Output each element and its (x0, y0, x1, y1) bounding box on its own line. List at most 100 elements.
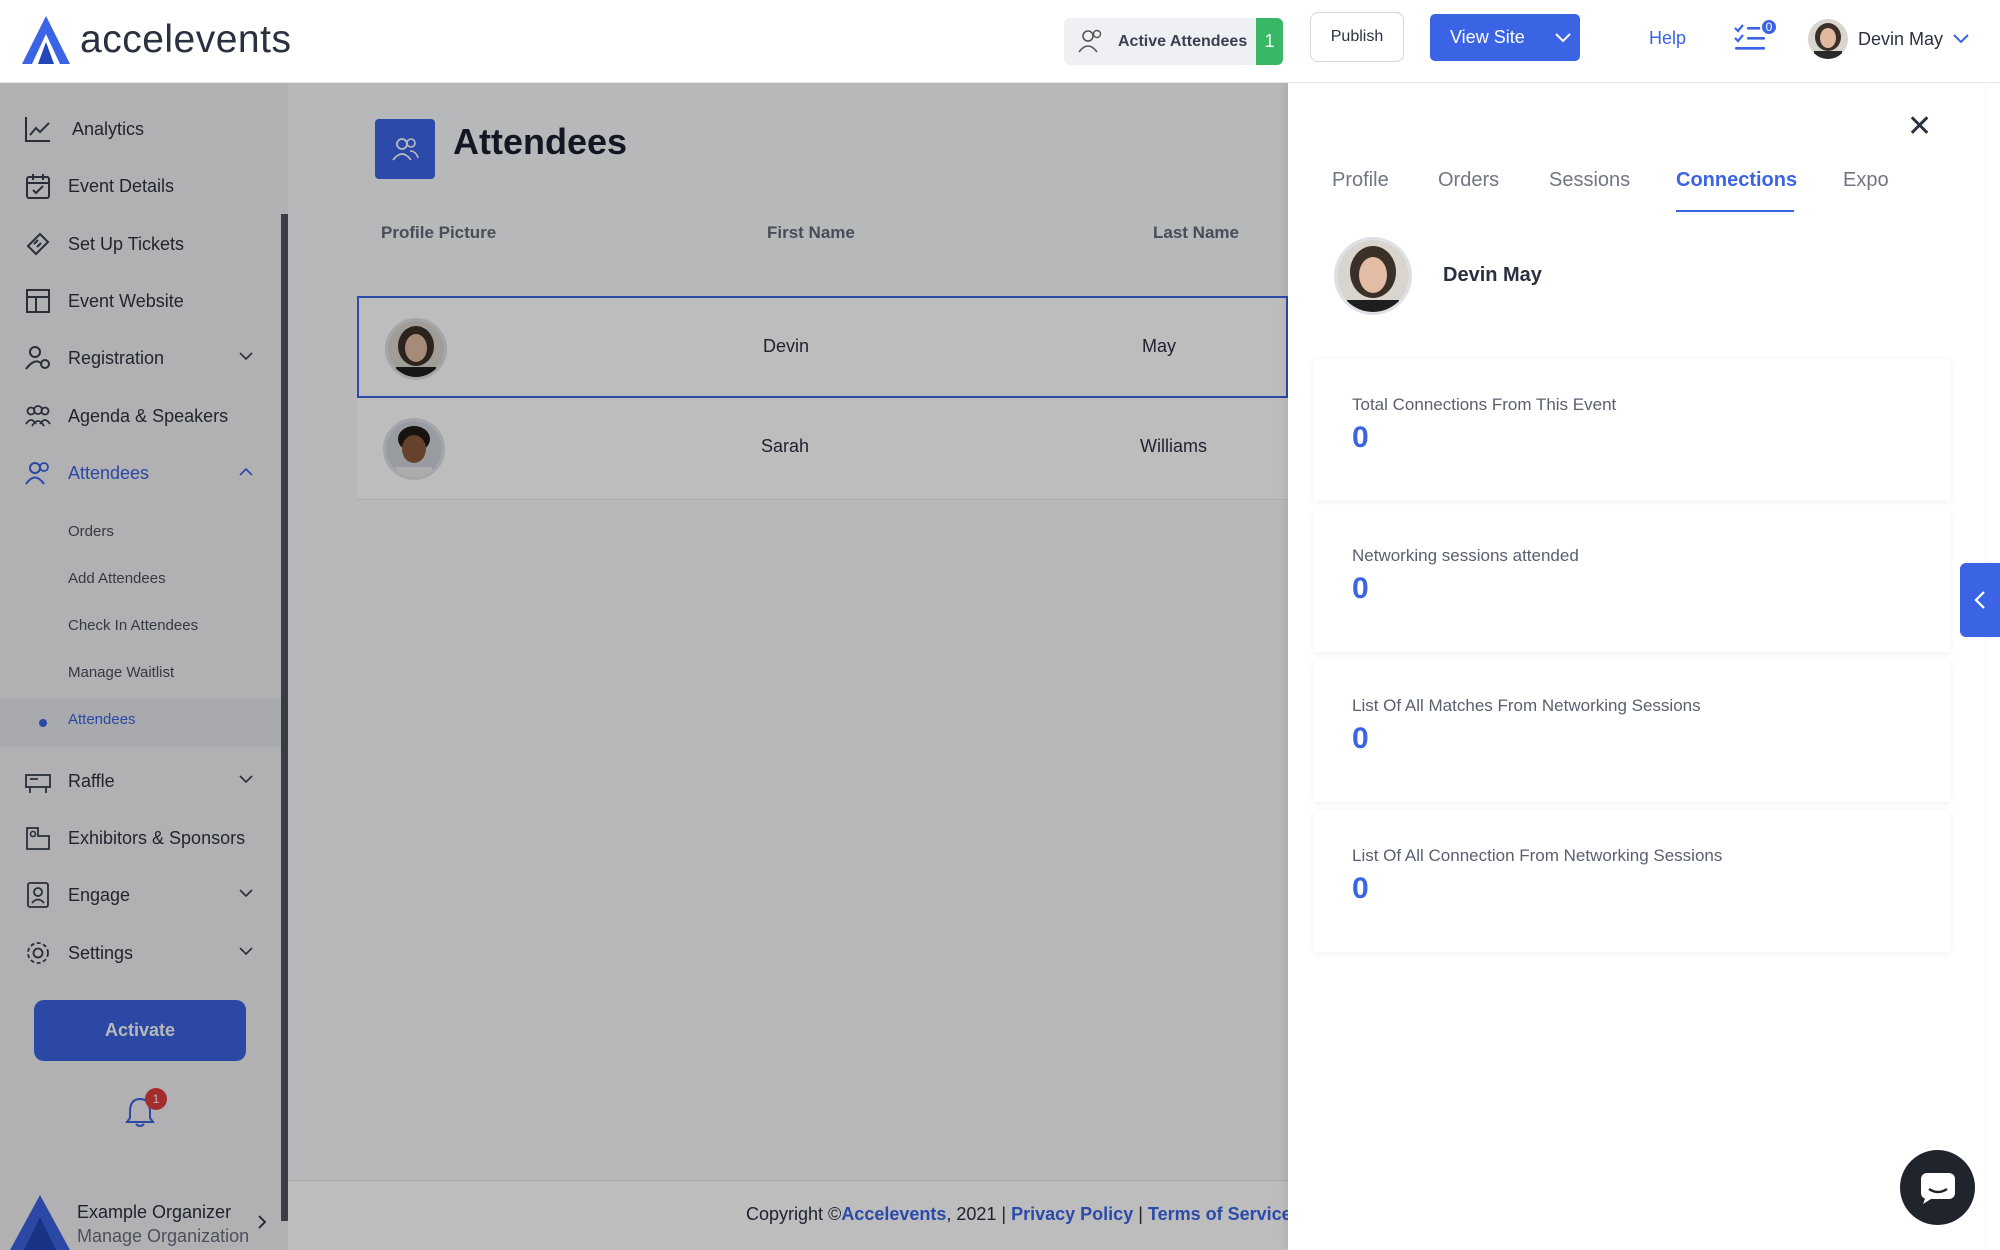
footer: Copyright ©Accelevents, 2021 | Privacy P… (288, 1180, 1292, 1250)
tab-expo[interactable]: Expo (1843, 169, 1889, 192)
chevron-down-icon (1555, 32, 1571, 42)
last-name-cell: May (1142, 336, 1177, 356)
tab-orders[interactable]: Orders (1438, 169, 1499, 192)
tab-profile[interactable]: Profile (1332, 169, 1389, 192)
table-row[interactable]: Sarah Williams (357, 398, 1288, 500)
sidebar-item-label: Engage (68, 884, 131, 905)
gear-icon (27, 942, 49, 964)
top-bar: accelevents Active Attendees 1 Publish V… (0, 0, 2000, 83)
privacy-policy-link[interactable]: Privacy Policy (1011, 1204, 1133, 1224)
view-site-label: View Site (1450, 27, 1525, 47)
chevron-left-icon (1974, 591, 1985, 609)
help-link[interactable]: Help (1649, 28, 1686, 49)
user-name: Devin May (1858, 28, 1944, 49)
sidebar-item-label: Raffle (68, 770, 115, 791)
accelevents-logo-icon (22, 16, 70, 64)
attendees-icon (25, 462, 49, 485)
activate-button[interactable]: Activate (34, 1000, 246, 1061)
accelevents-link[interactable]: Accelevents (841, 1204, 946, 1224)
logo-text: accelevents (80, 18, 292, 61)
column-header-first-name[interactable]: First Name (767, 223, 855, 243)
sidebar-item-label: Event Details (68, 175, 175, 196)
footer-separator: | (1133, 1204, 1148, 1224)
sidebar-scrollbar[interactable] (281, 214, 288, 1221)
sidebar-item-label: Registration (68, 347, 165, 368)
attendee-detail-panel: ✕ Profile Orders Sessions Connections Ex… (1288, 83, 1984, 1250)
chart-line-icon (25, 117, 50, 142)
manage-organization-label: Manage Organization (77, 1226, 250, 1246)
layout-icon (26, 289, 50, 313)
sidebar-subitem-attendees[interactable]: Attendees (68, 711, 136, 728)
publish-button[interactable]: Publish (1310, 12, 1404, 62)
stat-label: Total Connections From This Event (1352, 395, 1617, 414)
sidebar-item-registration[interactable]: Registration (0, 330, 281, 386)
tab-connections[interactable]: Connections (1676, 169, 1797, 192)
chevron-down-icon (1953, 34, 1969, 44)
page-title: Attendees (453, 121, 628, 162)
sidebar-item-raffle[interactable]: Raffle (0, 753, 281, 809)
sidebar-item-attendees[interactable]: Attendees (0, 445, 281, 501)
chevron-right-icon (258, 1215, 267, 1229)
sidebar-subitem-check-in[interactable]: Check In Attendees (68, 617, 198, 634)
last-name-cell: Williams (1140, 436, 1207, 456)
sidebar-item-engage[interactable]: Engage (0, 867, 281, 923)
sidebar-item-agenda-speakers[interactable]: Agenda & Speakers (0, 388, 281, 444)
sidebar-subitem-add-attendees[interactable]: Add Attendees (68, 570, 166, 587)
chat-launcher-button[interactable] (1900, 1150, 1975, 1225)
stat-value: 0 (1352, 872, 1369, 905)
stat-card: Total Connections From This Event 0 (1314, 359, 1950, 501)
stat-card: Networking sessions attended 0 (1314, 510, 1950, 652)
sidebar-item-label: Settings (68, 942, 134, 963)
stat-card: List Of All Matches From Networking Sess… (1314, 660, 1950, 802)
avatar (385, 318, 447, 380)
first-name-cell: Sarah (761, 436, 810, 456)
sidebar-item-settings[interactable]: Settings (0, 925, 281, 981)
stat-value: 0 (1352, 722, 1369, 755)
ticket-icon (26, 232, 50, 256)
sidebar-item-event-website[interactable]: Event Website (0, 273, 281, 329)
logo[interactable]: accelevents (20, 14, 291, 66)
sidebar-item-label: Agenda & Speakers (68, 405, 229, 426)
active-attendees-count: 1 (1256, 18, 1283, 65)
organization-logo-icon (10, 1195, 70, 1250)
sidebar-item-exhibitors-sponsors[interactable]: Exhibitors & Sponsors (0, 810, 281, 866)
attendees-icon (392, 138, 419, 161)
active-attendees-indicator[interactable]: Active Attendees 1 (1064, 18, 1283, 65)
view-site-button[interactable]: View Site (1430, 14, 1580, 61)
close-icon[interactable]: ✕ (1907, 109, 1932, 144)
copyright-year: , 2021 | (946, 1204, 1012, 1224)
sidebar-item-set-up-tickets[interactable]: Set Up Tickets (0, 216, 281, 272)
sidebar-subitem-orders[interactable]: Orders (68, 523, 114, 540)
notifications-button[interactable]: 1 (125, 1088, 167, 1133)
chevron-down-icon (239, 352, 253, 361)
exhibitor-icon (26, 827, 50, 850)
main-overlay (288, 83, 1288, 1250)
sidebar-subitem-manage-waitlist[interactable]: Manage Waitlist (68, 664, 174, 681)
user-menu[interactable]: Devin May (1808, 19, 1969, 59)
chevron-up-icon (239, 467, 253, 476)
chevron-down-icon (239, 947, 253, 956)
chevron-down-icon (239, 889, 253, 898)
avatar (1334, 237, 1412, 315)
organization-switcher[interactable]: Example Organizer Manage Organization (0, 1193, 281, 1250)
terms-of-service-link[interactable]: Terms of Service (1148, 1204, 1292, 1224)
page-title-icon (375, 119, 435, 179)
user-avatar (1808, 19, 1848, 59)
column-header-last-name[interactable]: Last Name (1153, 223, 1239, 243)
table-row[interactable]: Devin May (357, 296, 1288, 398)
sidebar-item-event-details[interactable]: Event Details (0, 158, 281, 214)
stat-label: List Of All Matches From Networking Sess… (1352, 696, 1701, 715)
first-name-cell: Devin (763, 336, 810, 356)
collapse-panel-button[interactable] (1960, 563, 2000, 637)
chat-icon (1920, 1172, 1955, 1204)
tab-sessions[interactable]: Sessions (1549, 169, 1630, 192)
avatar (383, 418, 445, 480)
sidebar-item-analytics[interactable]: Analytics (0, 101, 281, 157)
notifications-count-badge: 1 (145, 1088, 167, 1110)
sidebar-item-label: Analytics (72, 118, 145, 139)
column-header-profile-picture[interactable]: Profile Picture (381, 223, 496, 243)
attendee-name: Devin May (1443, 264, 1542, 286)
active-attendees-label: Active Attendees (1118, 32, 1248, 50)
stat-value: 0 (1352, 572, 1369, 605)
tasks-button[interactable]: 0 (1733, 18, 1778, 57)
